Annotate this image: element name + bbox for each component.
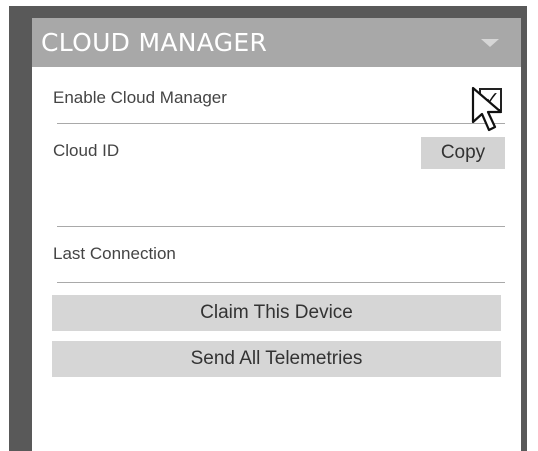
copy-button[interactable]: Copy (421, 137, 505, 169)
enable-cloud-manager-label: Enable Cloud Manager (53, 88, 227, 107)
send-all-telemetries-button[interactable]: Send All Telemetries (52, 341, 501, 377)
chevron-down-icon[interactable] (481, 39, 499, 47)
cloud-id-label: Cloud ID (53, 141, 120, 160)
divider (57, 123, 505, 124)
panel-header[interactable]: CLOUD MANAGER (32, 18, 521, 67)
claim-device-button[interactable]: Claim This Device (52, 295, 501, 331)
divider (57, 282, 505, 283)
panel-title: CLOUD MANAGER (41, 28, 268, 57)
last-connection-label: Last Connection (53, 244, 176, 263)
mouse-cursor-icon (471, 86, 503, 132)
cloud-manager-panel: CLOUD MANAGER Enable Cloud Manager ✓ Clo… (32, 18, 521, 451)
divider (57, 226, 505, 227)
